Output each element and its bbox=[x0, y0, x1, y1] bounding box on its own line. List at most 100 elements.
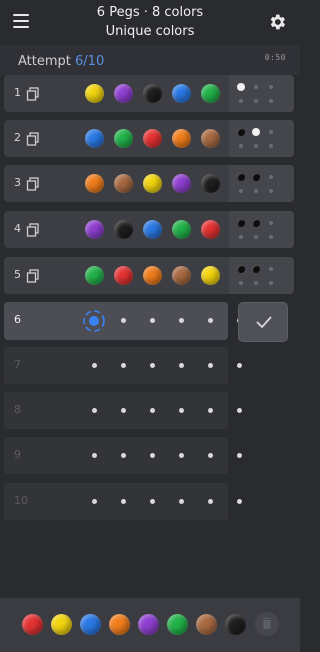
feedback-empty bbox=[269, 85, 273, 89]
empty-slot bbox=[121, 453, 126, 458]
feedback-panel bbox=[229, 257, 294, 294]
feedback-empty bbox=[269, 189, 273, 193]
copy-icon[interactable] bbox=[26, 268, 40, 283]
peg-yellow bbox=[85, 84, 104, 103]
feedback-peg-black bbox=[237, 128, 245, 136]
empty-slot bbox=[150, 499, 155, 504]
palette-peg-orange[interactable] bbox=[109, 614, 130, 635]
empty-slot bbox=[150, 363, 155, 368]
empty-slot[interactable] bbox=[179, 318, 184, 323]
guess-row: 5 bbox=[4, 257, 294, 294]
row-number: 5 bbox=[14, 268, 21, 281]
row-number: 1 bbox=[14, 86, 21, 99]
feedback-peg-black bbox=[252, 173, 260, 181]
attempt-total: /10 bbox=[83, 54, 105, 69]
empty-slot bbox=[92, 408, 97, 413]
palette-peg-purple[interactable] bbox=[138, 614, 159, 635]
peg-blue bbox=[85, 129, 104, 148]
feedback-empty bbox=[269, 130, 273, 134]
row-number: 8 bbox=[14, 403, 21, 416]
copy-icon[interactable] bbox=[26, 131, 40, 146]
submit-guess-button[interactable] bbox=[238, 302, 288, 342]
empty-slot bbox=[208, 363, 213, 368]
palette-peg-brown[interactable] bbox=[196, 614, 217, 635]
peg-green bbox=[172, 220, 191, 239]
palette-peg-black[interactable] bbox=[225, 614, 246, 635]
empty-slot bbox=[237, 363, 242, 368]
peg-red bbox=[114, 266, 133, 285]
feedback-empty bbox=[269, 281, 273, 285]
empty-slot bbox=[121, 499, 126, 504]
feedback-empty bbox=[239, 189, 243, 193]
peg-red bbox=[143, 129, 162, 148]
game-mode-title: 6 Pegs · 8 colors bbox=[96, 5, 204, 20]
empty-slot bbox=[92, 453, 97, 458]
empty-slot bbox=[150, 408, 155, 413]
empty-slot bbox=[179, 408, 184, 413]
feedback-panel bbox=[229, 120, 294, 157]
trash-icon[interactable] bbox=[255, 612, 279, 636]
palette-peg-green[interactable] bbox=[167, 614, 188, 635]
feedback-panel bbox=[229, 165, 294, 202]
peg-black bbox=[114, 220, 133, 239]
guess-row: 3 bbox=[4, 165, 294, 202]
empty-slot bbox=[237, 453, 242, 458]
feedback-peg-white bbox=[252, 128, 260, 136]
empty-slot[interactable] bbox=[150, 318, 155, 323]
copy-icon[interactable] bbox=[26, 176, 40, 191]
row-number: 7 bbox=[14, 358, 21, 371]
palette-peg-blue[interactable] bbox=[80, 614, 101, 635]
row-number: 4 bbox=[14, 222, 21, 235]
peg-yellow bbox=[201, 266, 220, 285]
empty-slot[interactable] bbox=[208, 318, 213, 323]
feedback-empty bbox=[254, 235, 258, 239]
gear-icon[interactable] bbox=[267, 12, 287, 32]
empty-guess-row: 8 bbox=[4, 392, 242, 429]
feedback-empty bbox=[269, 99, 273, 103]
peg-green bbox=[114, 129, 133, 148]
feedback-empty bbox=[239, 99, 243, 103]
feedback-empty bbox=[269, 144, 273, 148]
feedback-empty bbox=[254, 85, 258, 89]
peg-orange bbox=[172, 129, 191, 148]
empty-slot bbox=[150, 453, 155, 458]
peg-blue bbox=[172, 84, 191, 103]
timer: 0:50 bbox=[264, 53, 286, 62]
peg-green bbox=[85, 266, 104, 285]
empty-guess-row: 10 bbox=[4, 483, 242, 520]
peg-green bbox=[201, 84, 220, 103]
selected-slot[interactable] bbox=[82, 309, 106, 333]
attempt-label: Attempt bbox=[18, 54, 71, 69]
guess-row: 4 bbox=[4, 211, 294, 248]
row-number: 3 bbox=[14, 176, 21, 189]
palette-peg-red[interactable] bbox=[22, 614, 43, 635]
peg-purple bbox=[172, 174, 191, 193]
row-number: 10 bbox=[14, 494, 28, 507]
active-guess-row: 6 bbox=[4, 302, 242, 340]
peg-brown bbox=[172, 266, 191, 285]
empty-slot bbox=[179, 453, 184, 458]
peg-black bbox=[201, 174, 220, 193]
feedback-empty bbox=[239, 235, 243, 239]
top-bar: 6 Pegs · 8 colors Unique colors bbox=[0, 0, 300, 44]
empty-slot bbox=[237, 499, 242, 504]
palette-peg-yellow[interactable] bbox=[51, 614, 72, 635]
feedback-peg-black bbox=[252, 265, 260, 273]
empty-slot[interactable] bbox=[121, 318, 126, 323]
empty-slot bbox=[208, 499, 213, 504]
peg-black bbox=[143, 84, 162, 103]
feedback-peg-black bbox=[237, 265, 245, 273]
peg-blue bbox=[143, 220, 162, 239]
empty-slot bbox=[92, 499, 97, 504]
peg-red bbox=[201, 220, 220, 239]
copy-icon[interactable] bbox=[26, 86, 40, 101]
guess-row: 1 bbox=[4, 75, 294, 112]
game-mode-subtitle: Unique colors bbox=[105, 24, 195, 39]
copy-icon[interactable] bbox=[26, 222, 40, 237]
empty-slot bbox=[237, 408, 242, 413]
feedback-empty bbox=[254, 189, 258, 193]
guess-row: 2 bbox=[4, 120, 294, 157]
feedback-empty bbox=[254, 99, 258, 103]
guess-board: 1 2 3 4 5 6 7 8 9 10 bbox=[0, 75, 300, 525]
row-number: 6 bbox=[14, 313, 21, 326]
